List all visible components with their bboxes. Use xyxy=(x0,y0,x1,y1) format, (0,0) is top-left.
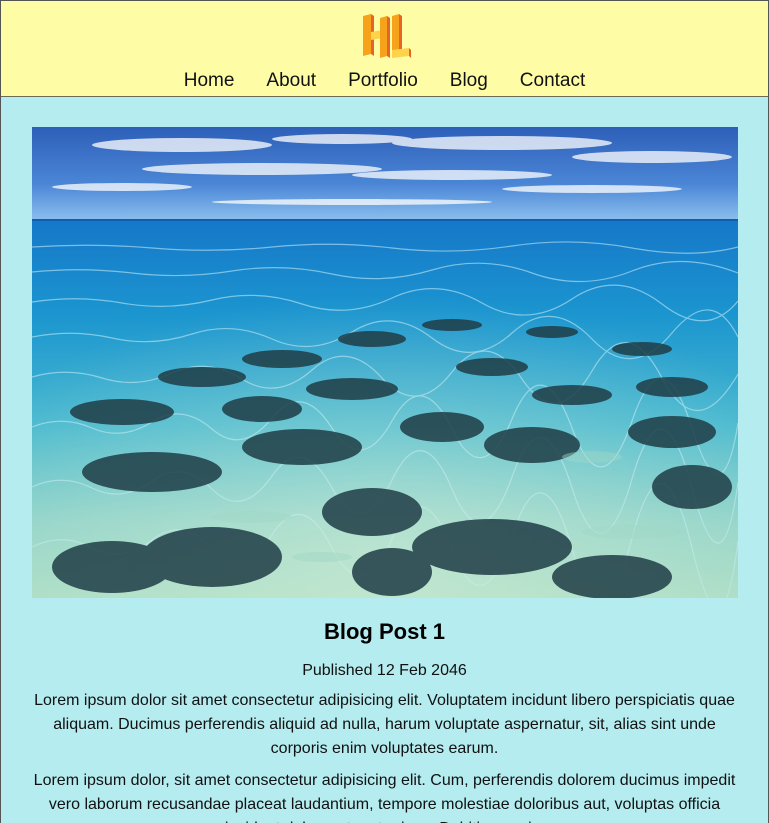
post-paragraph-1: Lorem ipsum dolor sit amet consectetur a… xyxy=(34,692,735,757)
page: Home About Portfolio Blog Contact Blog P… xyxy=(0,0,769,823)
site-header: Home About Portfolio Blog Contact xyxy=(1,1,768,97)
nav-contact-link[interactable]: Contact xyxy=(520,70,585,92)
post-paragraph-2: Lorem ipsum dolor, sit amet consectetur … xyxy=(33,772,736,823)
nav-blog-link[interactable]: Blog xyxy=(450,70,488,92)
nav-portfolio-link[interactable]: Portfolio xyxy=(348,70,418,92)
post-hero-image xyxy=(32,127,738,598)
nav-about-link[interactable]: About xyxy=(266,70,316,92)
nav-home-link[interactable]: Home xyxy=(184,70,235,92)
main-nav: Home About Portfolio Blog Contact xyxy=(1,70,768,92)
post-date: Published 12 Feb 2046 xyxy=(302,662,467,679)
main-content: Blog Post 1 Published 12 Feb 2046 Lorem … xyxy=(1,97,768,823)
post-title: Blog Post 1 xyxy=(323,619,445,644)
logo-icon xyxy=(363,14,411,58)
site-logo[interactable] xyxy=(361,12,411,60)
